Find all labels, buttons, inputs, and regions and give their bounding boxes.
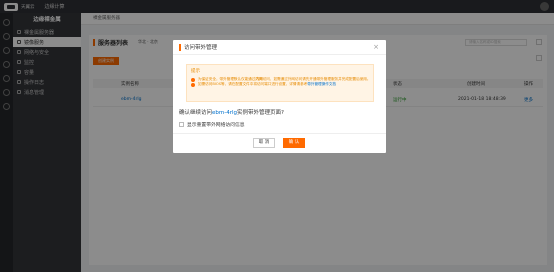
notice-text: 如需访问BIOS等，请在配置文件中将访问端口进行设置，详情请参考 <box>198 82 308 86</box>
warning-dot-icon <box>191 77 195 82</box>
cancel-button[interactable]: 取 消 <box>253 138 275 148</box>
confirm-question: 确认继续访问ebm-4rlg实例带外管理页面? <box>179 108 284 116</box>
dialog-title: 访问带外管理 <box>184 45 218 51</box>
reset-info-checkbox-row[interactable]: 显示重置带外网络访问信息 <box>179 121 245 128</box>
notice-title: 提示 <box>191 69 200 74</box>
oob-access-dialog: 访问带外管理 × 提示 为保证安全，带外管理默认仅能通过 内网 访问，如需通过外网访… <box>173 40 386 153</box>
dialog-header: 访问带外管理 <box>173 40 386 55</box>
notice-line: 如需访问BIOS等，请在配置文件中将访问端口进行设置，详情请参考 带外管理操作文档 <box>191 82 369 87</box>
reset-info-checkbox[interactable] <box>179 122 184 127</box>
instance-link[interactable]: ebm-4rlg <box>212 110 237 116</box>
title-accent <box>179 43 181 51</box>
question-text: 实例带外管理页面? <box>237 110 284 116</box>
oob-doc-link[interactable]: 带外管理操作文档 <box>307 82 336 87</box>
checkbox-label: 显示重置带外网络访问信息 <box>187 123 245 128</box>
close-icon[interactable]: × <box>373 43 379 51</box>
notice-box: 提示 为保证安全，带外管理默认仅能通过 内网 访问，如需通过外网访问请先开通带外管理… <box>186 64 374 102</box>
warning-dot-icon <box>191 82 195 87</box>
question-text: 确认继续访问 <box>179 110 213 116</box>
dialog-divider <box>173 133 386 134</box>
confirm-button[interactable]: 确 认 <box>283 138 305 148</box>
